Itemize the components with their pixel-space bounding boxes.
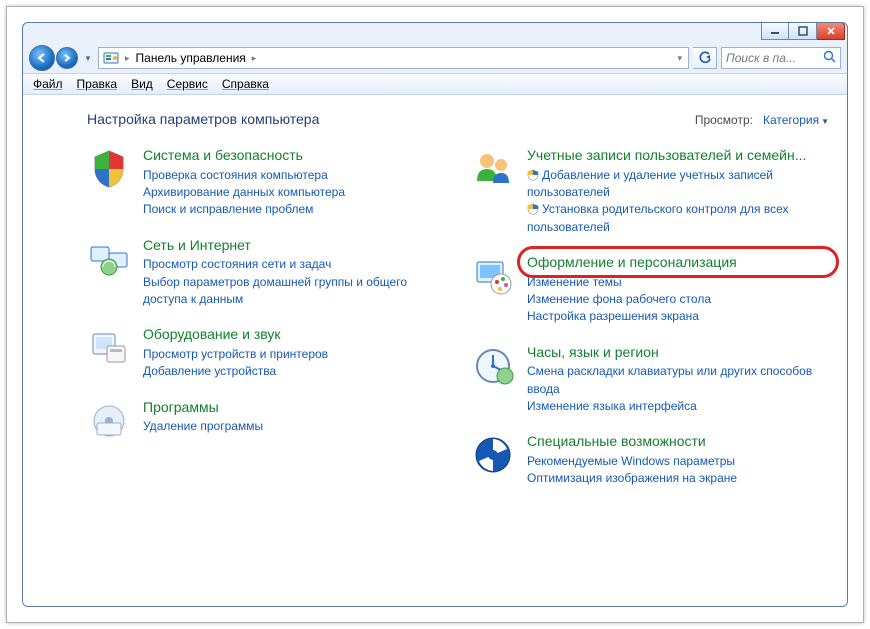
category-block: ПрограммыУдаление программы [87, 399, 445, 443]
category-link[interactable]: Установка родительского контроля для все… [527, 201, 829, 236]
category-link[interactable]: Удаление программы [143, 418, 445, 435]
clock-icon [471, 344, 515, 388]
menu-help[interactable]: Справка [222, 77, 269, 91]
category-title[interactable]: Оборудование и звук [143, 326, 445, 344]
search-placeholder: Поиск в па... [726, 51, 796, 65]
category-title[interactable]: Сеть и Интернет [143, 237, 445, 255]
uac-shield-icon [527, 203, 539, 215]
nav-history-dropdown[interactable]: ▼ [82, 50, 94, 66]
category-link[interactable]: Добавление и удаление учетных записей по… [527, 167, 829, 202]
access-icon [471, 433, 515, 477]
category-link[interactable]: Выбор параметров домашней группы и общег… [143, 274, 445, 309]
menu-edit[interactable]: Правка [77, 77, 118, 91]
category-title[interactable]: Оформление и персонализация [527, 254, 829, 272]
menubar: Файл Правка Вид Сервис Справка [23, 73, 847, 95]
category-title[interactable]: Специальные возможности [527, 433, 829, 451]
view-by: Просмотр: Категория▼ [695, 113, 829, 127]
category-link[interactable]: Изменение темы [527, 274, 829, 291]
content-area: Настройка параметров компьютера Просмотр… [23, 95, 847, 606]
menu-view[interactable]: Вид [131, 77, 153, 91]
control-panel-icon [103, 50, 119, 66]
menu-tools[interactable]: Сервис [167, 77, 208, 91]
chevron-down-icon[interactable]: ▾ [677, 53, 682, 64]
users-icon [471, 147, 515, 191]
category-block: Оформление и персонализация Изменение тем… [471, 254, 829, 326]
refresh-button[interactable] [693, 47, 717, 69]
category-block: Сеть и ИнтернетПросмотр состояния сети и… [87, 237, 445, 309]
breadcrumb-root[interactable]: Панель управления [136, 51, 246, 65]
category-link[interactable]: Архивирование данных компьютера [143, 184, 445, 201]
close-button[interactable] [817, 22, 845, 40]
category-title[interactable]: Учетные записи пользователей и семейн... [527, 147, 829, 165]
category-block: Специальные возможности Рекомендуемые Win… [471, 433, 829, 487]
category-block: Часы, язык и регионСмена раскладки клави… [471, 344, 829, 416]
security-icon [87, 147, 131, 191]
category-block: Система и безопасность Проверка состояния… [87, 147, 445, 219]
category-link[interactable]: Настройка разрешения экрана [527, 308, 829, 325]
category-link[interactable]: Просмотр состояния сети и задач [143, 256, 445, 273]
category-block: Учетные записи пользователей и семейн...… [471, 147, 829, 236]
category-link[interactable]: Поиск и исправление проблем [143, 201, 445, 218]
category-link[interactable]: Проверка состояния компьютера [143, 167, 445, 184]
chevron-right-icon: ▸ [252, 53, 257, 64]
category-link[interactable]: Оптимизация изображения на экране [527, 470, 829, 487]
programs-icon [87, 399, 131, 443]
window: ▼ ▸ Панель управления ▸ ▾ Поиск в па... … [22, 22, 848, 607]
category-link[interactable]: Изменение языка интерфейса [527, 398, 829, 415]
minimize-button[interactable] [761, 22, 789, 40]
category-link[interactable]: Изменение фона рабочего стола [527, 291, 829, 308]
category-link[interactable]: Смена раскладки клавиатуры или других сп… [527, 363, 829, 398]
category-title[interactable]: Система и безопасность [143, 147, 445, 165]
maximize-button[interactable] [789, 22, 817, 40]
chevron-right-icon: ▸ [125, 53, 130, 64]
category-link[interactable]: Добавление устройства [143, 363, 445, 380]
category-title[interactable]: Часы, язык и регион [527, 344, 829, 362]
breadcrumb[interactable]: ▸ Панель управления ▸ ▾ [98, 47, 689, 69]
nav-back-button[interactable] [29, 45, 55, 71]
appearance-icon [471, 254, 515, 298]
hardware-icon [87, 326, 131, 370]
category-block: Оборудование и звук Просмотр устройств и … [87, 326, 445, 380]
search-icon[interactable] [823, 50, 836, 66]
search-input[interactable]: Поиск в па... [721, 47, 841, 69]
category-link[interactable]: Рекомендуемые Windows параметры [527, 453, 829, 470]
titlebar [23, 23, 847, 43]
category-title[interactable]: Программы [143, 399, 445, 417]
category-link[interactable]: Просмотр устройств и принтеров [143, 346, 445, 363]
page-title: Настройка параметров компьютера [87, 111, 319, 127]
network-icon [87, 237, 131, 281]
menu-file[interactable]: Файл [33, 77, 63, 91]
nav-forward-button[interactable] [56, 47, 78, 69]
uac-shield-icon [527, 169, 539, 181]
nav-row: ▼ ▸ Панель управления ▸ ▾ Поиск в па... [23, 43, 847, 73]
view-by-dropdown[interactable]: Категория▼ [763, 113, 829, 127]
